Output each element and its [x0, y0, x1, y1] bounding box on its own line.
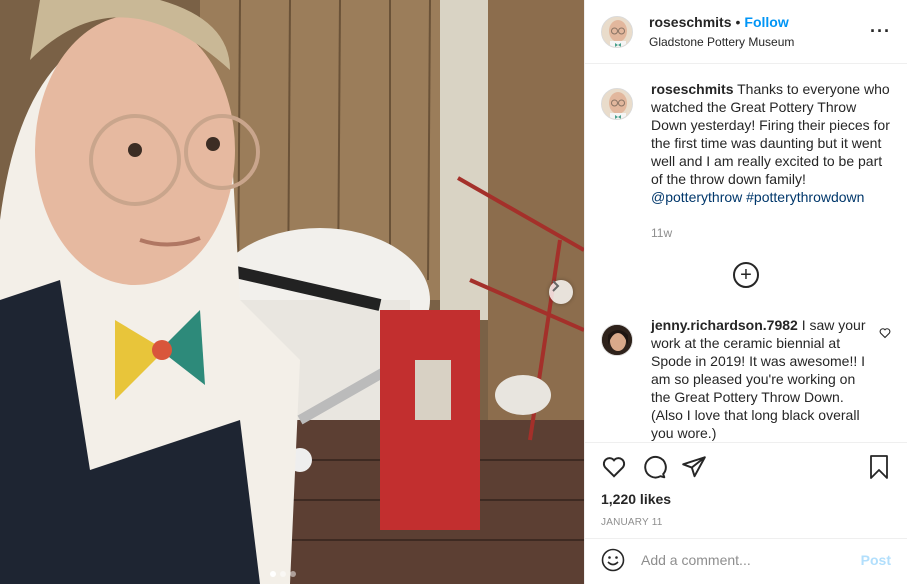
carousel-dot [270, 571, 276, 577]
avatar[interactable] [601, 15, 633, 48]
likes-count[interactable]: 1,220 likes [601, 491, 891, 507]
caption-timestamp[interactable]: 11w [651, 224, 891, 242]
comment-body: jenny.richardson.7982 I saw your work at… [651, 316, 871, 442]
caption: roseschmits Thanks to everyone who watch… [601, 80, 891, 242]
header-text: roseschmits • Follow Gladstone Pottery Mus… [649, 14, 870, 49]
avatar[interactable] [601, 324, 633, 356]
avatar-image [602, 89, 632, 119]
username-link[interactable]: roseschmits [649, 14, 731, 30]
comment-icon [644, 455, 667, 479]
save-button[interactable] [867, 454, 891, 480]
avatar-image [602, 16, 632, 47]
bookmark-icon [870, 455, 888, 479]
share-button[interactable] [681, 454, 707, 480]
comment-input[interactable] [641, 551, 861, 568]
comment-text: I saw your work at the ceramic biennial … [651, 317, 866, 441]
post-header: roseschmits • Follow Gladstone Pottery Mus… [585, 0, 907, 64]
post-details-panel: roseschmits • Follow Gladstone Pottery Mus… [584, 0, 907, 584]
caption-text-block: roseschmits Thanks to everyone who watch… [651, 80, 891, 206]
comment-username[interactable]: jenny.richardson.7982 [651, 317, 798, 333]
chevron-right-icon [552, 280, 560, 292]
action-icons [601, 443, 891, 491]
load-more-comments-button[interactable]: + [733, 262, 759, 288]
post-photo[interactable] [0, 0, 584, 584]
hashtag-link[interactable]: #potterythrowdown [746, 189, 864, 205]
location-link[interactable]: Gladstone Pottery Museum [649, 35, 870, 49]
comment-composer: Post [585, 538, 907, 580]
like-button[interactable] [601, 454, 627, 480]
emoji-button[interactable] [601, 548, 625, 572]
caption-username[interactable]: roseschmits [651, 81, 733, 97]
caption-body: roseschmits Thanks to everyone who watch… [651, 80, 891, 242]
post-date[interactable]: JANUARY 11 [601, 517, 891, 528]
carousel-dot [290, 571, 296, 577]
avatar[interactable] [601, 88, 633, 120]
next-photo-button[interactable] [549, 280, 573, 304]
comments-section[interactable]: roseschmits Thanks to everyone who watch… [585, 64, 907, 442]
comment-button[interactable] [641, 454, 667, 480]
plus-icon: + [740, 264, 752, 286]
share-icon [682, 456, 706, 478]
comment-item: jenny.richardson.7982 I saw your work at… [601, 316, 891, 442]
carousel-dot [280, 571, 286, 577]
post-comment-button[interactable]: Post [861, 552, 891, 568]
carousel-indicator [270, 571, 296, 577]
mention-link[interactable]: @potterythrow [651, 189, 742, 205]
more-options-icon[interactable]: ··· [870, 21, 891, 42]
heart-icon [602, 457, 626, 478]
smiley-icon [601, 548, 625, 571]
like-comment-button[interactable] [879, 326, 891, 442]
photo-illustration [0, 0, 584, 584]
follow-button[interactable]: Follow [744, 14, 788, 30]
heart-icon [879, 328, 891, 339]
load-more-comments: + [601, 262, 891, 288]
avatar-image [602, 325, 632, 355]
separator-dot: • [735, 14, 741, 30]
